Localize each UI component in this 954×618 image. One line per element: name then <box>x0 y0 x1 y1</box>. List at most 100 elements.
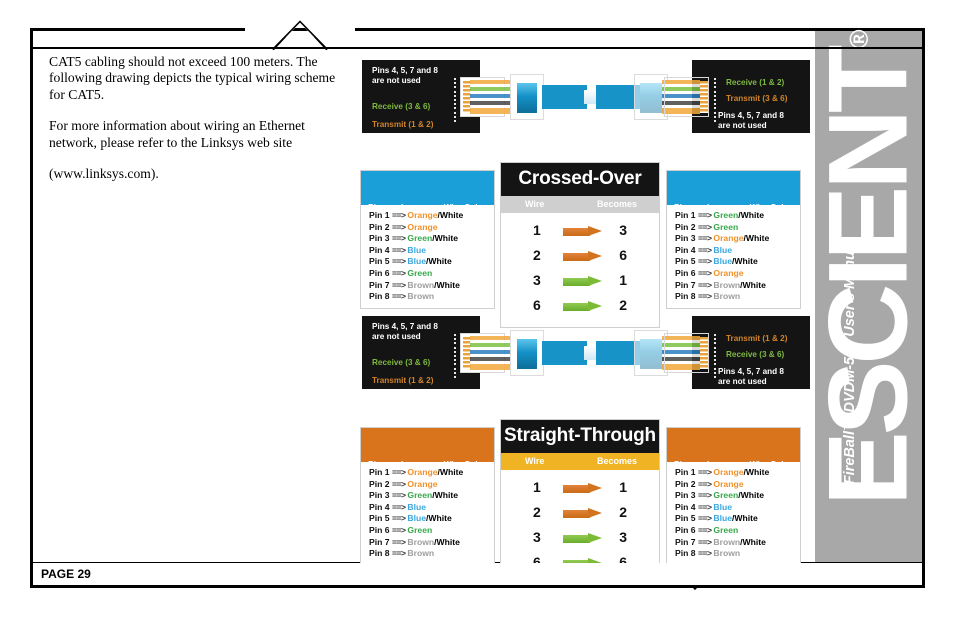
left-cable-segment <box>517 339 537 369</box>
wire-color-name: Brown <box>407 548 435 559</box>
arrow-shaft <box>563 253 590 261</box>
pin-table-row: Pin 4 ==> Blue <box>675 502 800 514</box>
body-text-block: CAT5 cabling should not exceed 100 meter… <box>49 54 354 182</box>
wire-color-suffix: /White <box>432 233 459 244</box>
crossed-over: Crossed-Over Wire Becomes 1 3 2 6 3 1 6 2 <box>500 162 660 328</box>
wire-color-name: Brown <box>713 279 741 290</box>
arrow-head <box>588 226 602 236</box>
wire-color-name: Green <box>407 233 433 244</box>
panel-row: 26 <box>501 244 659 269</box>
pin-arrow-icon: ==> <box>391 548 408 559</box>
wire-color-suffix: /White <box>434 536 460 547</box>
pin-number: Pin 3 <box>675 233 698 244</box>
pin-number: Pin 8 <box>369 291 392 302</box>
pin-dot-column <box>454 334 457 378</box>
pin-arrow-icon: ==> <box>697 291 714 302</box>
becomes-number: 2 <box>619 504 627 520</box>
arrow-head <box>588 508 602 518</box>
pin-number: Pin 6 <box>369 524 392 535</box>
pin-number: Pin 8 <box>369 548 392 559</box>
wire-number: 3 <box>533 272 541 288</box>
pin-number: Pin 4 <box>369 244 392 255</box>
pin-table-body: Pin 1 ==> Orange/White Pin 2 ==> Orange Pi… <box>361 205 494 308</box>
pin-arrow-icon: ==> <box>697 221 714 232</box>
arrow-head <box>588 483 602 493</box>
right-unused-note: Pins 4, 5, 7 and 8 are not used <box>718 111 784 130</box>
paragraph-2: For more information about wiring an Eth… <box>49 118 305 150</box>
pin-arrow-icon: ==> <box>391 267 408 278</box>
pin-arrow-icon: ==> <box>391 501 408 512</box>
pin-number: Pin 5 <box>675 256 698 267</box>
pin-table-row: Pin 7 ==> Brown/White <box>369 280 494 292</box>
arrow-head <box>588 276 602 286</box>
pin-arrow-icon: ==> <box>697 513 714 524</box>
wire-color-name: Orange <box>713 233 744 244</box>
wire-color-name: Green <box>407 267 433 278</box>
wire-color-name: Brown <box>713 291 741 302</box>
wire-color-suffix: /White <box>434 279 460 290</box>
becomes-number: 1 <box>619 479 627 495</box>
panel-title: Crossed-Over <box>501 163 659 196</box>
straight-end-b: Pin number Wire Color Pin 1 ==> Orange/Whi… <box>666 427 801 566</box>
wire-color-suffix: /White <box>738 490 765 501</box>
pin-table-col-color: Wire Color <box>749 459 792 469</box>
manual-title-wrap: FireBall™ DVDM-552 User's Manual <box>842 239 868 559</box>
wire-color-name: Brown <box>407 536 435 547</box>
pin-table-row: Pin 3 ==> Green/White <box>369 233 494 245</box>
pin-arrow-icon: ==> <box>697 267 714 278</box>
pin-table-row: Pin 8 ==> Brown <box>369 548 494 560</box>
pin-table-row: Pin 6 ==> Green <box>369 268 494 280</box>
wire-color-name: Blue <box>407 501 427 512</box>
wire-color-suffix: /White <box>740 279 766 290</box>
becomes-number: 3 <box>619 222 627 238</box>
panel-col-becomes: Becomes <box>596 199 637 209</box>
manual-title: FireBall™ DVDM-552 User's Manual <box>842 239 858 485</box>
pin-arrow-icon: ==> <box>697 233 714 244</box>
pin-arrow-icon: ==> <box>697 501 714 512</box>
pin-arrow-icon: ==> <box>391 490 408 501</box>
pin-number: Pin 7 <box>369 536 392 547</box>
pin-number: Pin 6 <box>675 524 698 535</box>
pin-arrow-icon: ==> <box>697 256 714 267</box>
becomes-number: 1 <box>619 272 627 288</box>
pin-number: Pin 8 <box>675 548 698 559</box>
wire-color-name: Blue <box>407 244 427 255</box>
crossover-end-b: Pin number Wire Color Pin 1 ==> Green/Whit… <box>666 170 801 309</box>
brand-sidebar: ESCIENT® FireBall™ DVDM-552 User's Manua… <box>805 29 930 585</box>
pin-table-row: Pin 3 ==> Green/White <box>369 490 494 502</box>
wire-color-suffix: /White <box>432 490 459 501</box>
wire-color-name: Green <box>713 221 739 232</box>
pin-arrow-icon: ==> <box>391 279 408 290</box>
registered-mark-icon: ® <box>844 29 874 49</box>
pin-table-col-color: Wire Color <box>749 202 792 212</box>
pin-dot-column <box>454 78 457 122</box>
pin-arrow-icon: ==> <box>391 524 408 535</box>
pin-table-row: Pin 4 ==> Blue <box>369 245 494 257</box>
panel-row: 31 <box>501 269 659 294</box>
straight-end-a: Pin number Wire Color Pin 1 ==> Orange/Whi… <box>360 427 495 566</box>
pin-arrow-icon: ==> <box>391 536 408 547</box>
wire-color-suffix: /White <box>732 513 758 524</box>
panel-row: 11 <box>501 476 659 501</box>
right-unused-note: Pins 4, 5, 7 and 8 are not used <box>718 367 784 386</box>
panel-row: 22 <box>501 501 659 526</box>
pin-arrow-icon: ==> <box>391 478 408 489</box>
panel-subheader: Wire Becomes <box>501 453 659 470</box>
pin-table-header: Pin number Wire Color <box>667 171 800 212</box>
wire-color-name: Brown <box>713 548 741 559</box>
left-cable-segment <box>517 83 537 113</box>
right-label-top: Receive (1 & 2) <box>726 78 785 87</box>
wire-color-suffix: /White <box>740 536 766 547</box>
arrow-shaft <box>563 303 590 311</box>
orange-arrow-icon <box>563 251 603 262</box>
pin-number: Pin 2 <box>369 221 392 232</box>
panel-col-wire: Wire <box>525 456 545 466</box>
pin-table-row: Pin 8 ==> Brown <box>675 548 800 560</box>
top-chevron-notch <box>245 18 355 50</box>
page-number-label: PAGE 29 <box>41 567 91 581</box>
crossover-cable-diagram: Pins 4, 5, 7 and 8 are not used Receive (3… <box>362 56 810 144</box>
arrow-shaft <box>563 485 590 493</box>
pin-number: Pin 7 <box>675 536 698 547</box>
right-label-bottom: Transmit (3 & 6) <box>726 94 788 103</box>
pin-table-row: Pin 6 ==> Green <box>369 525 494 537</box>
